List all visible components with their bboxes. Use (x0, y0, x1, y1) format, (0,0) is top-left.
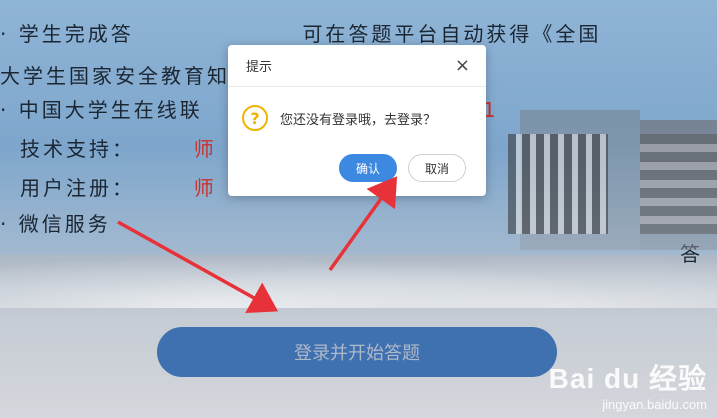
login-and-start-button[interactable]: 登录并开始答题 (157, 327, 557, 377)
info-line-2: 大学生国家安全教育知 (0, 64, 230, 88)
dialog-header: 提示 × (228, 45, 486, 87)
qr-code-image (508, 134, 608, 234)
close-icon[interactable]: × (455, 56, 470, 75)
cancel-button[interactable]: 取消 (407, 154, 466, 182)
baidu-jingyan-watermark: Bai du 经验 jingyan.baidu.com (549, 357, 707, 412)
info-line-1: · 学生完成答 可在答题平台自动获得《全国 (0, 22, 602, 46)
info-line-4: 技术支持： 师 (20, 137, 217, 161)
info-line-6: · 微信服务 (0, 212, 111, 236)
dialog-actions: 确认 取消 (338, 154, 466, 182)
watermark-url: jingyan.baidu.com (602, 397, 707, 412)
question-icon: ? (242, 105, 268, 131)
qr-code-image (640, 134, 717, 234)
confirm-button[interactable]: 确认 (338, 154, 397, 182)
dialog-message: 您还没有登录哦，去登录？ (280, 112, 437, 128)
dialog-body: ? 您还没有登录哦，去登录？ (228, 87, 486, 131)
mountain-decoration (0, 248, 717, 308)
dialog-title: 提示 (246, 60, 273, 75)
info-line-5: 用户注册： 师 (20, 176, 217, 200)
login-prompt-dialog: 提示 × ? 您还没有登录哦，去登录？ 确认 取消 (228, 45, 486, 196)
watermark-logo: Bai du 经验 (548, 363, 707, 394)
